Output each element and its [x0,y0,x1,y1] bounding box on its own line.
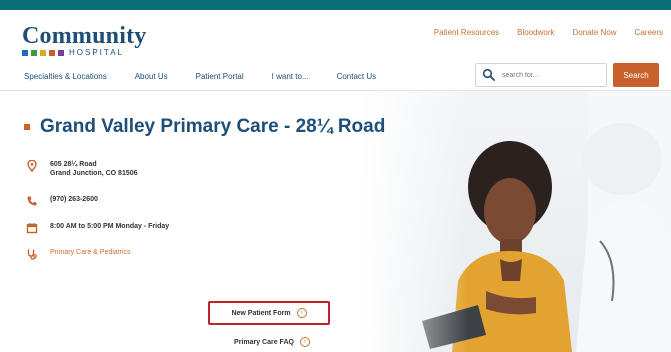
logo-square-icon [58,49,64,56]
logo-square-icon [31,49,37,56]
address-row: 605 28¼ Road Grand Junction, CO 81506 [26,160,286,178]
logo-square-icon [22,49,28,56]
page-title-row: Grand Valley Primary Care - 28¼ Road [24,116,385,138]
search-button[interactable]: Search [613,63,659,87]
page-title: Grand Valley Primary Care - 28¼ Road [40,116,386,137]
service-row: Primary Care & Pediatrics [26,248,286,260]
nav-item-i-want-to[interactable]: I want to... [272,72,309,81]
main-nav: Specialties & Locations About Us Patient… [24,72,376,81]
phone-row: (970) 263-2600 [26,195,286,207]
logo-wordmark: Community [22,23,147,49]
site-header: Community HOSPITAL Patient Resources Blo… [0,10,671,91]
search-input[interactable] [500,70,604,80]
site-logo[interactable]: Community HOSPITAL [22,24,146,57]
hours-row: 8:00 AM to 5:00 PM Monday - Friday [26,222,286,234]
map-pin-icon [27,160,37,172]
hero-photo-nurse-patient [360,91,671,352]
nav-item-patient-portal[interactable]: Patient Portal [196,72,244,81]
nav-item-contact[interactable]: Contact Us [337,72,377,81]
stethoscope-icon [27,249,37,260]
util-link-donate[interactable]: Donate Now [573,28,617,37]
phone-icon [27,196,37,206]
address-line2: Grand Junction, CO 81506 [50,170,138,177]
nav-item-specialties[interactable]: Specialties & Locations [24,72,107,81]
utility-nav: Patient Resources Bloodwork Donate Now C… [434,28,663,37]
title-bullet-icon [24,124,30,130]
calendar-icon [26,223,38,234]
primary-care-faq-label: Primary Care FAQ [234,338,294,346]
util-link-bloodwork[interactable]: Bloodwork [517,28,554,37]
chevron-right-icon: › [299,337,310,347]
primary-care-faq-button[interactable]: Primary Care FAQ › [222,334,322,350]
service-link[interactable]: Primary Care & Pediatrics [50,248,131,257]
top-accent-bar [0,0,671,10]
logo-square-icon [49,49,55,56]
phone-number[interactable]: (970) 263-2600 [50,195,98,204]
nav-item-about[interactable]: About Us [135,72,168,81]
search-box [475,63,607,87]
util-link-patient-resources[interactable]: Patient Resources [434,28,499,37]
chevron-right-icon: › [296,308,307,318]
logo-hospital-text: HOSPITAL [69,48,124,57]
util-link-careers[interactable]: Careers [635,28,663,37]
hours-text: 8:00 AM to 5:00 PM Monday - Friday [50,223,170,230]
address-line1: 605 28¼ Road [50,161,97,168]
logo-subline: HOSPITAL [22,48,146,57]
logo-square-icon [40,49,46,56]
new-patient-form-button[interactable]: New Patient Form › [208,301,330,325]
search-icon [482,68,495,81]
new-patient-form-label: New Patient Form [231,309,291,317]
